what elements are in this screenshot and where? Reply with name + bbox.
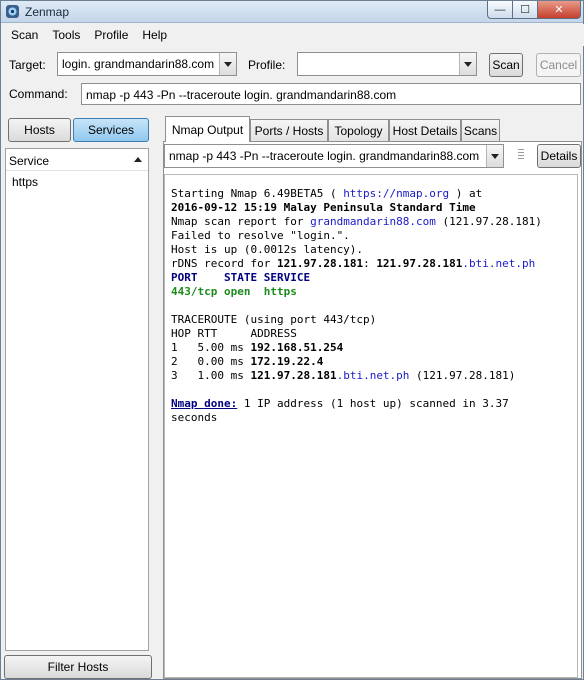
profile-label: Profile: [248, 58, 286, 72]
traceroute-title: TRACEROUTE (using port 443/tcp) [171, 313, 377, 326]
service-column-label: Service [9, 154, 50, 168]
output-line: Host is up (0.0012s latency). [171, 243, 364, 256]
profile-combo[interactable] [297, 52, 477, 76]
output-line: (121.97.28.181) [435, 215, 542, 228]
tab-host-details[interactable]: Host Details [389, 119, 461, 141]
output-ip: 121.97.28.181 [276, 257, 364, 270]
output-line: rDNS record for [171, 257, 277, 270]
scan-button[interactable]: Scan [489, 53, 523, 77]
maximize-button[interactable]: ☐ [512, 1, 538, 19]
close-button[interactable]: ✕ [537, 1, 581, 19]
output-scan-dropdown-button[interactable] [486, 145, 503, 167]
output-timestamp: 2016-09-12 15:19 Malay Peninsula Standar… [171, 201, 476, 214]
output-ip: 121.97.28.181 [376, 257, 463, 270]
traceroute-header: HOP RTT ADDRESS [171, 327, 297, 340]
target-label: Target: [9, 58, 46, 72]
tab-ports-hosts[interactable]: Ports / Hosts [250, 119, 328, 141]
chevron-down-icon [491, 153, 499, 159]
output-line: Starting Nmap 6.49BETA5 ( [171, 187, 344, 200]
nmap-link[interactable]: https://nmap.org [343, 187, 449, 200]
profile-dropdown-button[interactable] [459, 53, 476, 75]
nmap-done-label: Nmap done: [171, 397, 238, 410]
service-column-header[interactable]: Service [6, 149, 148, 171]
output-line: ) at [449, 187, 483, 200]
cancel-button[interactable]: Cancel [536, 53, 581, 77]
output-line: : [363, 257, 377, 270]
menu-tools[interactable]: Tools [47, 28, 85, 42]
output-line: Nmap scan report for [171, 215, 311, 228]
output-line: Failed to resolve "login.". [171, 229, 350, 242]
zenmap-app-icon [6, 5, 19, 18]
services-list[interactable]: Service https [5, 148, 149, 651]
nmap-output-text[interactable]: Starting Nmap 6.49BETA5 ( https://nmap.o… [164, 174, 578, 678]
traceroute-row: 3 1.00 ms [171, 369, 251, 382]
window-title: Zenmap [25, 5, 70, 19]
command-value[interactable]: nmap -p 443 -Pn --traceroute login. gran… [86, 88, 396, 102]
output-scan-selector[interactable]: nmap -p 443 -Pn --traceroute login. gran… [164, 144, 504, 168]
services-toggle-button[interactable]: Services [73, 118, 149, 142]
command-field[interactable]: nmap -p 443 -Pn --traceroute login. gran… [81, 83, 581, 105]
nmap-done-text: seconds [171, 411, 218, 424]
nmap-done-text: 1 IP address (1 host up) scanned in 3.37 [237, 397, 509, 410]
traceroute-address: 121.97.28.181 [250, 369, 337, 382]
menu-scan[interactable]: Scan [6, 28, 43, 42]
menu-help[interactable]: Help [137, 28, 172, 42]
target-dropdown-button[interactable] [219, 53, 236, 75]
target-combo[interactable]: login. grandmandarin88.com [57, 52, 237, 76]
filter-hosts-button[interactable]: Filter Hosts [4, 655, 152, 679]
tab-topology[interactable]: Topology [328, 119, 389, 141]
hosts-toggle-button[interactable]: Hosts [8, 118, 71, 142]
menu-profile[interactable]: Profile [89, 28, 133, 42]
traceroute-address: 192.168.51.254 [250, 341, 344, 354]
minimize-button[interactable]: — [487, 1, 513, 19]
tab-nmap-output[interactable]: Nmap Output [165, 116, 250, 142]
menu-bar: Scan Tools Profile Help [2, 24, 584, 46]
traceroute-domain: .bti.net.ph [336, 369, 410, 382]
tab-scans[interactable]: Scans [461, 119, 500, 141]
output-hostname: grandmandarin88.com [310, 215, 436, 228]
traceroute-address: 172.19.22.4 [250, 355, 324, 368]
output-domain: .bti.net.ph [462, 257, 536, 270]
command-label: Command: [9, 87, 68, 101]
title-bar[interactable]: Zenmap — ☐ ✕ [1, 1, 583, 23]
list-item[interactable]: https [12, 175, 38, 189]
grip-handle-icon [518, 149, 524, 161]
chevron-down-icon [224, 61, 232, 67]
details-button[interactable]: Details [537, 144, 581, 168]
port-table-header: PORT STATE SERVICE [171, 271, 311, 284]
traceroute-row: 1 5.00 ms [171, 341, 251, 354]
chevron-down-icon [464, 61, 472, 67]
target-value[interactable]: login. grandmandarin88.com [62, 57, 214, 71]
sort-ascending-icon [134, 157, 142, 162]
port-table-row: 443/tcp open https [171, 285, 297, 298]
zenmap-window: Zenmap — ☐ ✕ Scan Tools Profile Help Tar… [0, 0, 584, 680]
output-scan-value[interactable]: nmap -p 443 -Pn --traceroute login. gran… [169, 149, 479, 163]
traceroute-row: 2 0.00 ms [171, 355, 251, 368]
traceroute-suffix: (121.97.28.181) [409, 369, 516, 382]
